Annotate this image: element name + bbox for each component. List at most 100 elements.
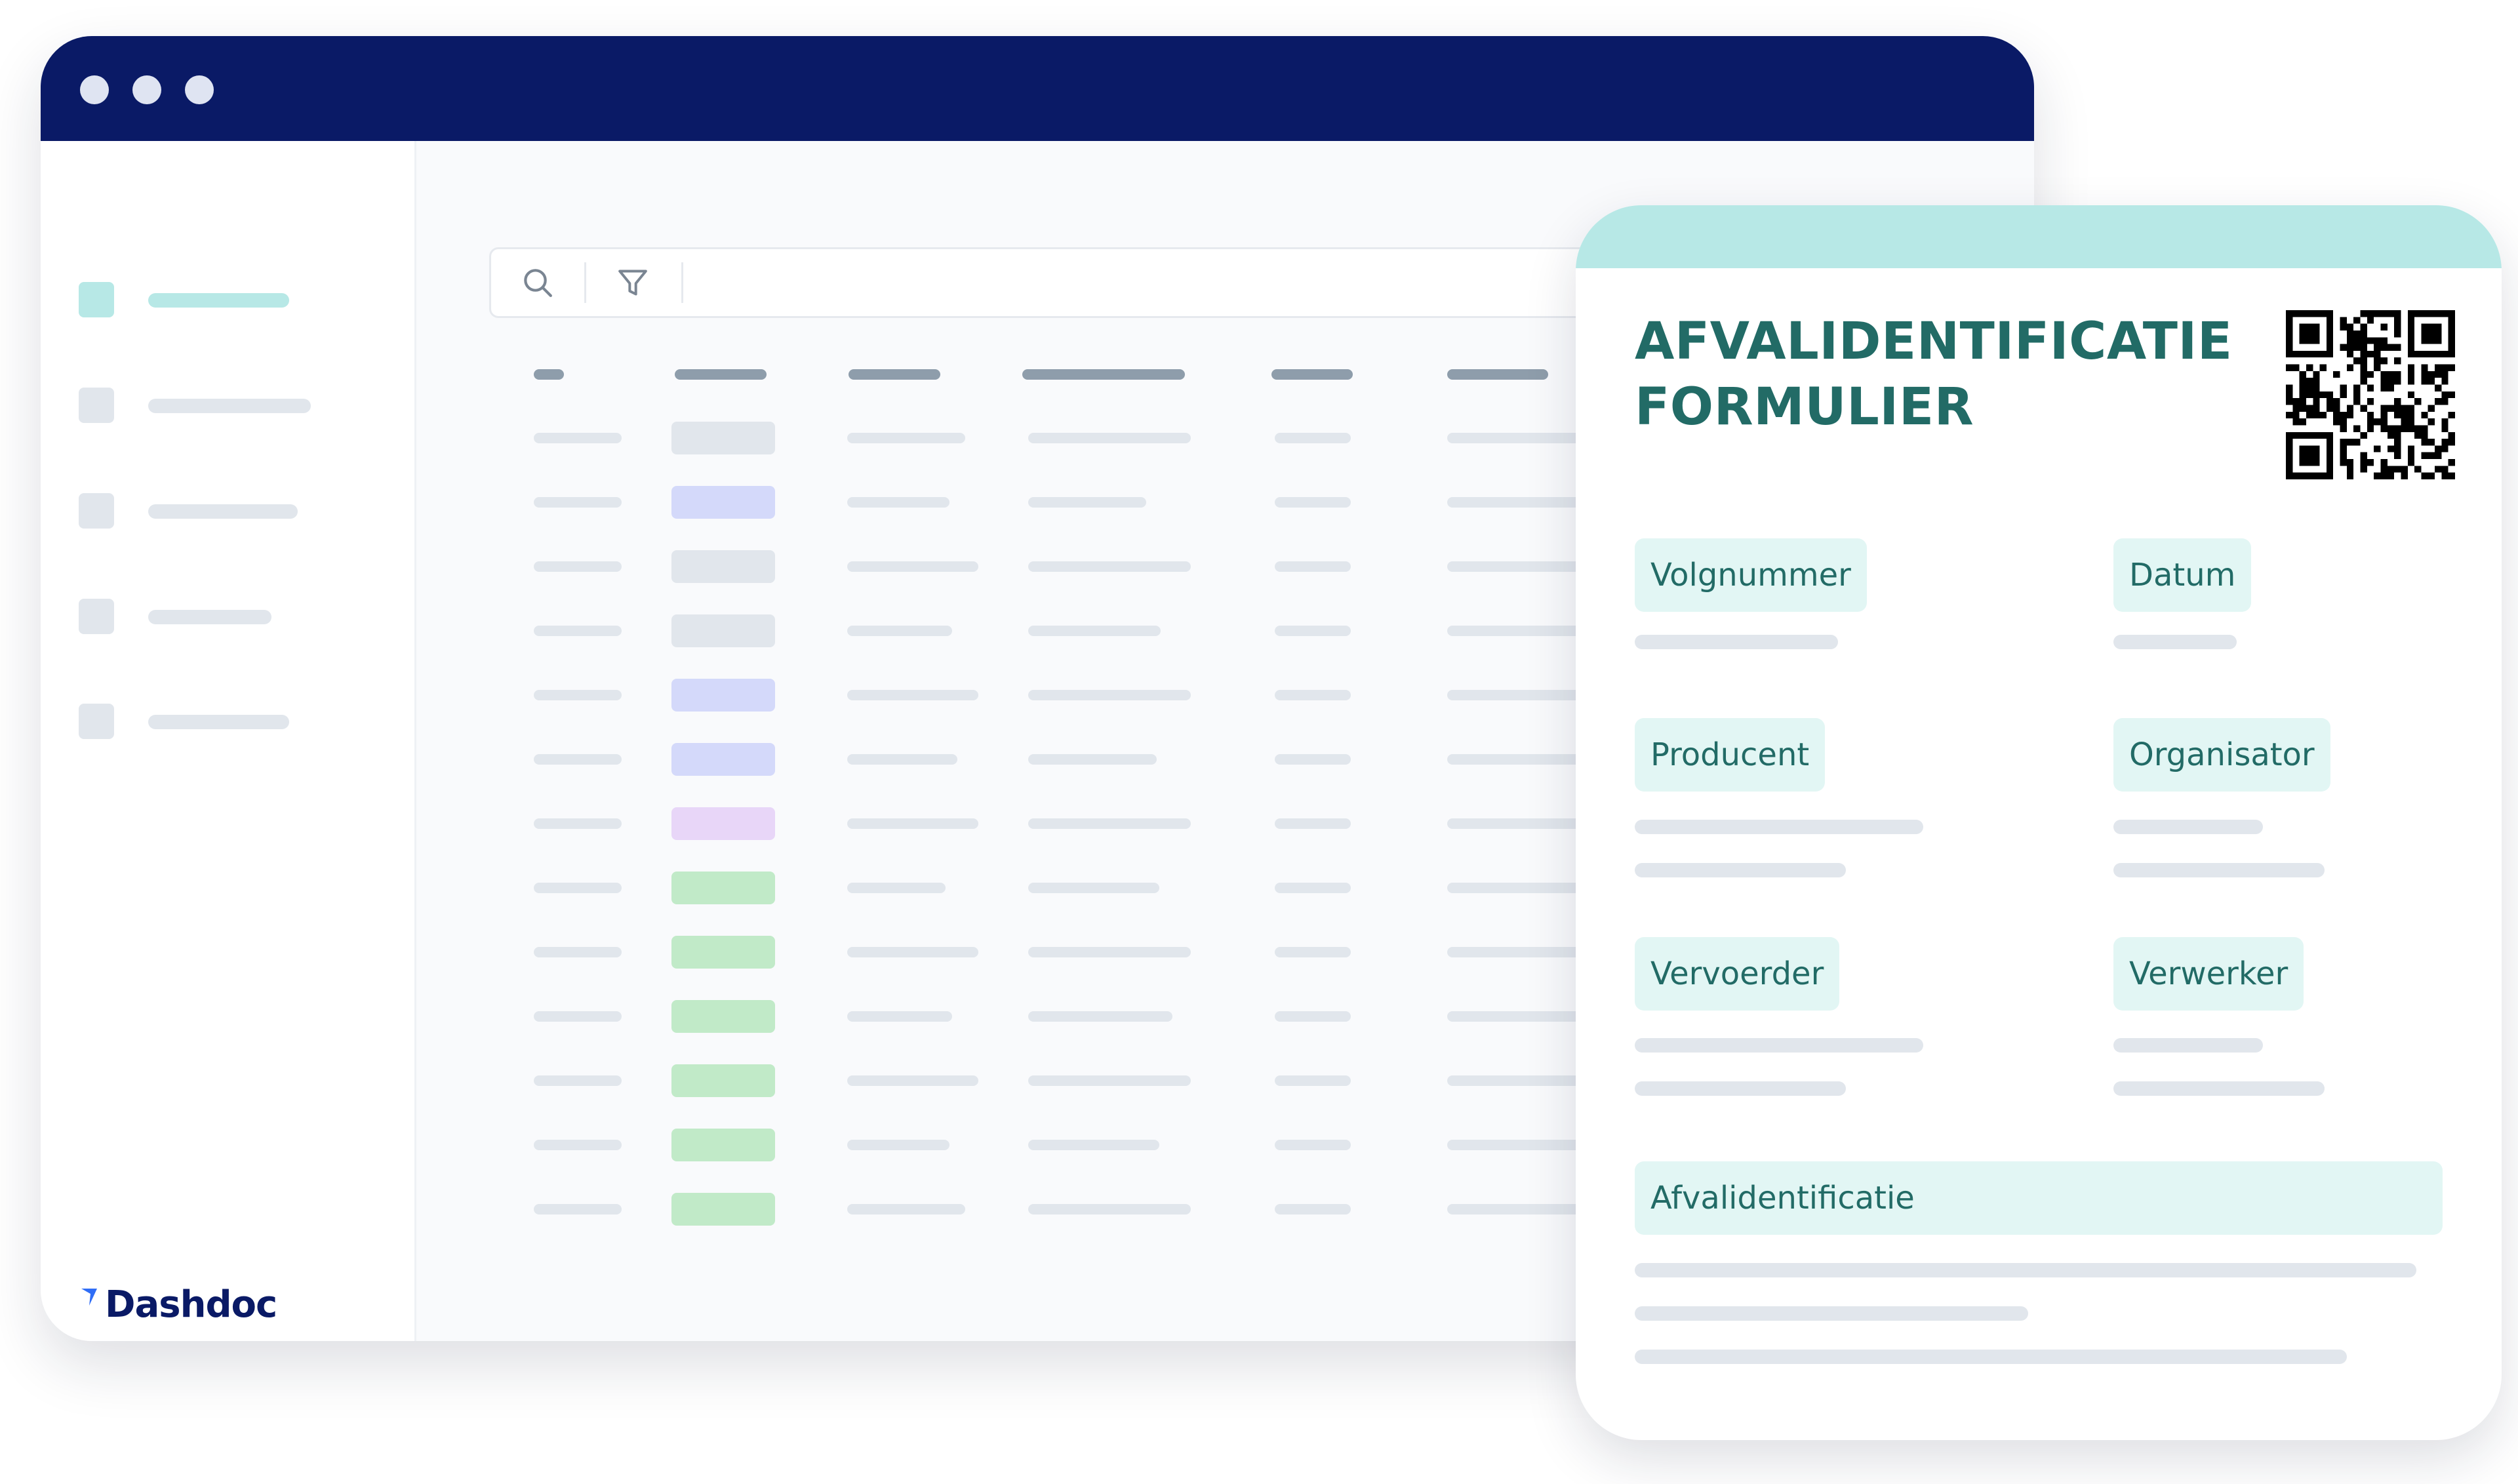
table-cell-placeholder bbox=[847, 947, 978, 957]
sidebar-item-1[interactable] bbox=[79, 282, 380, 317]
table-cell-placeholder bbox=[1275, 818, 1351, 829]
field-value-placeholder bbox=[1635, 1081, 1846, 1096]
table-cell-placeholder bbox=[1275, 883, 1351, 893]
table-cell-placeholder bbox=[534, 947, 622, 957]
table-cell-placeholder bbox=[847, 626, 952, 636]
field-label-vervoerder: Vervoerder bbox=[1635, 937, 1840, 1011]
window-minimize-dot[interactable] bbox=[132, 75, 161, 104]
status-badge bbox=[671, 807, 775, 840]
table-cell-placeholder bbox=[847, 690, 978, 700]
toolbar-divider bbox=[681, 262, 683, 303]
table-cell-placeholder bbox=[1028, 883, 1159, 893]
window-maximize-dot[interactable] bbox=[185, 75, 214, 104]
status-badge bbox=[671, 486, 775, 519]
field-value-placeholder bbox=[1635, 1038, 1923, 1053]
table-cell-placeholder bbox=[847, 561, 978, 572]
field-value-placeholder bbox=[2113, 1038, 2263, 1053]
table-cell-placeholder bbox=[1275, 690, 1351, 700]
table-cell-placeholder bbox=[847, 1011, 952, 1022]
status-badge bbox=[671, 422, 775, 454]
sidebar-item-icon bbox=[79, 388, 114, 423]
field-value-placeholder bbox=[1635, 1306, 2028, 1321]
field-value-placeholder bbox=[1635, 1263, 2416, 1277]
status-badge bbox=[671, 936, 775, 969]
column-header-1[interactable] bbox=[534, 369, 564, 380]
table-cell-placeholder bbox=[847, 1075, 978, 1086]
sidebar-item-icon bbox=[79, 282, 114, 317]
status-badge bbox=[671, 1193, 775, 1226]
column-header-4[interactable] bbox=[1022, 369, 1185, 380]
form-card-header-band bbox=[1576, 205, 2502, 268]
field-label-verwerker: Verwerker bbox=[2113, 937, 2304, 1011]
table-cell-placeholder bbox=[1275, 1140, 1351, 1150]
status-badge bbox=[671, 872, 775, 904]
table-cell-placeholder bbox=[847, 433, 965, 443]
field-label-producent: Producent bbox=[1635, 718, 1826, 792]
field-value-placeholder bbox=[1635, 635, 1838, 649]
field-value-placeholder bbox=[1635, 820, 1923, 834]
column-header-6[interactable] bbox=[1447, 369, 1548, 380]
sidebar-item-2[interactable] bbox=[79, 388, 380, 423]
sidebar-item-4[interactable] bbox=[79, 599, 380, 634]
sidebar-item-label-placeholder bbox=[148, 504, 298, 519]
sidebar-item-label-placeholder bbox=[148, 610, 271, 624]
table-cell-placeholder bbox=[847, 818, 978, 829]
table-cell-placeholder bbox=[534, 818, 622, 829]
window-close-dot[interactable] bbox=[80, 75, 109, 104]
column-header-5[interactable] bbox=[1271, 369, 1353, 380]
table-cell-placeholder bbox=[847, 1204, 965, 1214]
table-cell-placeholder bbox=[847, 1140, 949, 1150]
field-value-placeholder bbox=[1635, 863, 1846, 877]
sidebar-item-label-placeholder bbox=[148, 293, 289, 308]
table-cell-placeholder bbox=[1275, 561, 1351, 572]
table-cell-placeholder bbox=[1028, 1204, 1191, 1214]
table-cell-placeholder bbox=[1028, 947, 1191, 957]
sidebar-item-label-placeholder bbox=[148, 399, 311, 413]
table-cell-placeholder bbox=[1275, 433, 1351, 443]
table-cell-placeholder bbox=[1275, 947, 1351, 957]
field-value-placeholder bbox=[1635, 1350, 2347, 1364]
status-badge bbox=[671, 1000, 775, 1033]
table-cell-placeholder bbox=[1028, 1075, 1191, 1086]
table-cell-placeholder bbox=[1028, 818, 1191, 829]
table-cell-placeholder bbox=[1275, 1204, 1351, 1214]
table-cell-placeholder bbox=[534, 1011, 622, 1022]
window-titlebar bbox=[41, 36, 2034, 141]
table-cell-placeholder bbox=[534, 883, 622, 893]
sidebar-item-5[interactable] bbox=[79, 704, 380, 739]
table-cell-placeholder bbox=[1028, 626, 1161, 636]
table-cell-placeholder bbox=[534, 497, 622, 508]
field-label-organisator: Organisator bbox=[2113, 718, 2330, 792]
field-value-placeholder bbox=[2113, 820, 2263, 834]
brand-name: Dashdoc bbox=[105, 1283, 277, 1326]
table-cell-placeholder bbox=[1275, 1011, 1351, 1022]
column-header-2[interactable] bbox=[675, 369, 767, 380]
table-cell-placeholder bbox=[1028, 497, 1146, 508]
table-cell-placeholder bbox=[534, 561, 622, 572]
table-cell-placeholder bbox=[1028, 1140, 1159, 1150]
field-value-placeholder bbox=[2113, 1081, 2325, 1096]
status-badge bbox=[671, 1064, 775, 1097]
table-cell-placeholder bbox=[534, 626, 622, 636]
sidebar: Dashdoc bbox=[41, 141, 416, 1341]
sidebar-item-icon bbox=[79, 704, 114, 739]
table-cell-placeholder bbox=[847, 754, 957, 765]
sidebar-item-3[interactable] bbox=[79, 493, 380, 529]
field-value-placeholder bbox=[2113, 863, 2325, 877]
column-header-3[interactable] bbox=[849, 369, 940, 380]
field-label-volgnummer: Volgnummer bbox=[1635, 538, 1867, 612]
waste-form-card: AFVALIDENTIFICATIEFORMULIER Volgnummer D… bbox=[1576, 205, 2502, 1440]
search-button[interactable] bbox=[491, 249, 584, 316]
filter-button[interactable] bbox=[586, 249, 679, 316]
table-cell-placeholder bbox=[1275, 754, 1351, 765]
table-cell-placeholder bbox=[1275, 626, 1351, 636]
form-title: AFVALIDENTIFICATIEFORMULIER bbox=[1635, 312, 2233, 437]
search-icon bbox=[524, 269, 552, 297]
table-cell-placeholder bbox=[534, 1204, 622, 1214]
table-cell-placeholder bbox=[1275, 497, 1351, 508]
table-cell-placeholder bbox=[1028, 690, 1191, 700]
status-badge bbox=[671, 743, 775, 776]
sidebar-item-icon bbox=[79, 493, 114, 529]
table-cell-placeholder bbox=[534, 1075, 622, 1086]
status-badge bbox=[671, 679, 775, 712]
